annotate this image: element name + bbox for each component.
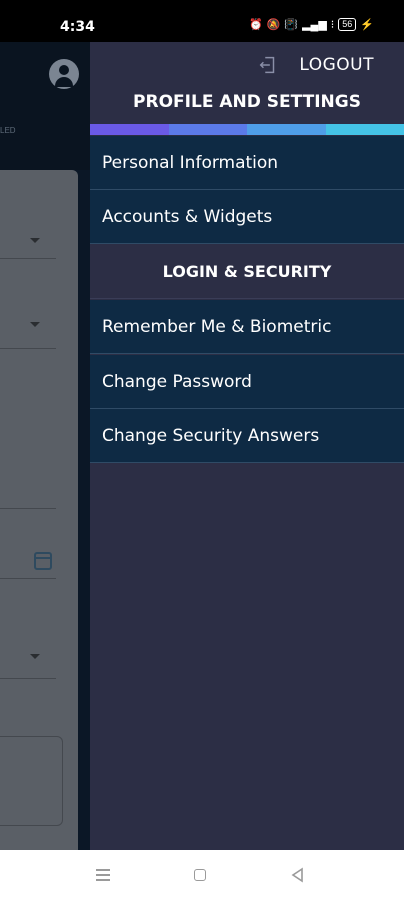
menu-item-accounts-widgets[interactable]: Accounts & Widgets — [90, 190, 404, 244]
section-header-login-security: LOGIN & SECURITY — [90, 245, 404, 299]
profile-settings-drawer: LOGOUT PROFILE AND SETTINGS Personal Inf… — [90, 42, 404, 850]
back-icon[interactable] — [290, 867, 306, 883]
background-header-text: LED — [0, 126, 16, 135]
mute-icon: 🔕 — [266, 19, 281, 31]
status-icons: ⏰ 🔕 📳 ▂▄▆ ⁝ 56 ⚡ — [249, 18, 374, 31]
status-time: 4:34 — [60, 19, 95, 35]
gradient-segment — [247, 124, 326, 135]
gradient-segment — [325, 124, 404, 135]
dropdown-caret-icon[interactable] — [30, 238, 40, 243]
drawer-title: PROFILE AND SETTINGS — [133, 92, 361, 112]
form-field-divider — [0, 348, 56, 349]
home-icon[interactable] — [194, 869, 206, 881]
battery-icon: 56 — [338, 18, 357, 31]
background-form-card — [0, 170, 78, 850]
logout-icon — [259, 56, 275, 74]
form-text-area[interactable] — [0, 736, 63, 826]
drawer-header: LOGOUT PROFILE AND SETTINGS — [90, 42, 404, 124]
form-field-divider — [0, 258, 56, 259]
system-nav-bar — [0, 850, 404, 900]
status-bar: 4:34 ⏰ 🔕 📳 ▂▄▆ ⁝ 56 ⚡ — [0, 0, 404, 42]
alarm-icon: ⏰ — [248, 19, 263, 31]
vibrate-icon: 📳 — [284, 19, 299, 31]
logout-label: LOGOUT — [299, 55, 374, 75]
drawer-gradient-bar — [90, 124, 404, 135]
form-field-divider — [0, 508, 56, 509]
menu-item-remember-me-biometric[interactable]: Remember Me & Biometric — [90, 300, 404, 354]
gradient-segment — [90, 124, 169, 135]
form-field-divider — [0, 578, 56, 579]
dropdown-caret-icon[interactable] — [30, 322, 40, 327]
wifi-icon: ⁝ — [330, 19, 335, 31]
gradient-segment — [168, 124, 247, 135]
menu-item-change-password[interactable]: Change Password — [90, 355, 404, 409]
logout-button[interactable]: LOGOUT — [257, 54, 374, 76]
recent-apps-icon[interactable] — [96, 869, 110, 881]
calendar-icon[interactable] — [34, 552, 52, 570]
menu-item-personal-information[interactable]: Personal Information — [90, 136, 404, 190]
dropdown-caret-icon[interactable] — [30, 654, 40, 659]
form-field-divider — [0, 678, 56, 679]
menu-item-change-security-answers[interactable]: Change Security Answers — [90, 409, 404, 463]
profile-avatar-icon[interactable] — [49, 59, 79, 89]
signal-icon: ▂▄▆ — [302, 19, 327, 31]
charging-icon: ⚡ — [360, 19, 374, 31]
